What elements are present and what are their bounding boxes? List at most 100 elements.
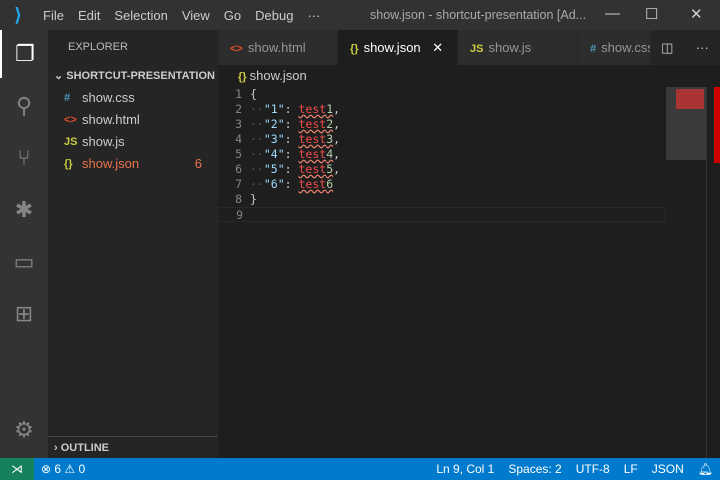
explorer-sidebar: EXPLORER ⌄ SHORTCUT-PRESENTATION # show.c… (48, 30, 218, 458)
line-number: 6 (235, 162, 242, 176)
editor-actions: ◫ ··· (650, 30, 720, 65)
code-line: 1{ (218, 87, 666, 102)
invalid-value: test (298, 132, 327, 146)
menu-item[interactable]: Edit (78, 8, 100, 23)
line-number: 5 (235, 147, 242, 161)
language-mode[interactable]: JSON (652, 462, 684, 476)
extensions-icon[interactable]: ⊞ (0, 290, 48, 338)
menu-item[interactable]: Go (224, 8, 241, 23)
vscode-logo-icon: ⟩ (14, 4, 22, 25)
json-key: "4" (263, 147, 285, 161)
menu-item[interactable]: Debug (255, 8, 293, 23)
code-line: 2 ·· "1": test 1, (218, 102, 666, 117)
problems-indicator[interactable]: ⊗ 6 ⚠ 0 (41, 462, 85, 476)
file-type-icon: <> (230, 43, 243, 55)
json-key: "1" (263, 102, 285, 116)
remote-explorer-icon[interactable]: ▭ (0, 238, 48, 286)
code-line: 7 ·· "6": test 6 (218, 177, 666, 192)
tab-label: show.js (488, 40, 532, 55)
comma: , (333, 147, 341, 161)
outline-label: OUTLINE (60, 442, 110, 454)
line-number: 8 (235, 192, 242, 206)
close-tab-icon[interactable]: ✕ (432, 40, 443, 55)
file-type-icon: {} (350, 43, 359, 55)
file-item[interactable]: {} show.json 6 (48, 153, 218, 175)
line-number: 7 (235, 177, 242, 191)
encoding[interactable]: UTF-8 (576, 462, 610, 476)
debug-icon[interactable]: ✱ (0, 186, 48, 234)
line-number: 4 (235, 132, 242, 146)
line-ending[interactable]: LF (624, 462, 638, 476)
vertical-scrollbar[interactable] (706, 87, 720, 458)
status-bar: ⋊ ⊗ 6 ⚠ 0 Ln 9, Col 1 Spaces: 2 UTF-8 LF… (0, 458, 720, 480)
explorer-icon[interactable]: ❐ (0, 30, 48, 78)
editor-tabs: <> show.html {} show.json ✕ JS show.js # show.c… (218, 30, 720, 65)
code-text: { (250, 87, 257, 101)
code-editor[interactable]: 1{2 ·· "1": test 1, 3 ·· "2": test 2, 4 ·· "3": te… (218, 87, 666, 222)
code-text: } (250, 192, 257, 206)
menu-item[interactable]: View (182, 8, 210, 23)
value-number: 5 (326, 162, 334, 176)
menu-item[interactable]: ··· (307, 8, 320, 23)
tab[interactable]: {} show.json ✕ (338, 30, 458, 65)
remote-icon[interactable]: ⋊ (0, 458, 34, 480)
value-number: 2 (326, 117, 334, 131)
menu-bar: File Edit Selection View Go Debug ··· (36, 8, 327, 23)
file-name: show.html (82, 112, 140, 127)
comma: , (333, 117, 341, 131)
code-line: 4 ·· "3": test 3, (218, 132, 666, 147)
file-name: show.js (82, 134, 125, 149)
invalid-value: test (298, 162, 327, 176)
json-key: "6" (263, 177, 285, 191)
close-window-icon[interactable]: ✕ (690, 5, 703, 23)
folder-name: SHORTCUT-PRESENTATION (66, 70, 215, 82)
error-overview-marker (714, 87, 720, 163)
minimize-icon[interactable]: — (605, 5, 620, 22)
notifications-bell-icon[interactable]: 🔔︎ (698, 462, 713, 476)
file-name: show.json (82, 156, 140, 171)
settings-gear-icon[interactable]: ⚙ (0, 406, 48, 454)
json-key: "5" (263, 162, 285, 176)
file-type-icon: JS (470, 43, 484, 55)
code-line: 8} (218, 192, 666, 207)
more-actions-icon[interactable]: ··· (696, 40, 709, 55)
title-bar: ⟩ File Edit Selection View Go Debug ··· show.j… (0, 0, 720, 30)
value-number: 4 (326, 147, 334, 161)
json-file-icon: {} (238, 71, 250, 83)
line-number: 2 (235, 102, 242, 116)
tab[interactable]: <> show.html (218, 30, 338, 65)
comma: , (333, 102, 341, 116)
file-name: show.css (82, 90, 135, 105)
problem-count-badge: 6 (194, 156, 202, 171)
explorer-header: EXPLORER (68, 41, 128, 53)
folder-section[interactable]: ⌄ SHORTCUT-PRESENTATION (48, 65, 218, 87)
window-title: show.json - shortcut-presentation [Ad... (370, 8, 587, 22)
cursor-position[interactable]: Ln 9, Col 1 (436, 462, 494, 476)
menu-item[interactable]: File (43, 8, 64, 23)
search-icon[interactable]: ⚲ (0, 82, 48, 130)
menu-item[interactable]: Selection (114, 8, 167, 23)
line-number: 9 (236, 208, 243, 222)
code-line: 3 ·· "2": test 2, (218, 117, 666, 132)
source-control-icon[interactable]: ⑂ (0, 134, 48, 182)
file-item[interactable]: JS show.js (48, 131, 218, 153)
json-key: "3" (263, 132, 285, 146)
breadcrumb[interactable]: {} show.json (218, 65, 307, 87)
comma: , (333, 132, 341, 146)
outline-section[interactable]: › OUTLINE (48, 436, 218, 458)
maximize-icon[interactable]: ☐ (645, 5, 658, 23)
file-type-icon: # (64, 92, 71, 104)
code-line: 9 (218, 207, 666, 222)
tab[interactable]: JS show.js (458, 30, 578, 65)
tab-label: show.json (363, 40, 421, 55)
indentation[interactable]: Spaces: 2 (508, 462, 561, 476)
line-number: 3 (235, 117, 242, 131)
code-line: 5 ·· "4": test 4, (218, 147, 666, 162)
invalid-value: test (298, 102, 327, 116)
minimap[interactable] (666, 87, 706, 160)
split-editor-icon[interactable]: ◫ (661, 40, 673, 56)
tab-label: show.html (247, 40, 306, 55)
minimap-content (676, 89, 704, 109)
file-item[interactable]: <> show.html (48, 109, 218, 131)
file-item[interactable]: # show.css (48, 87, 218, 109)
